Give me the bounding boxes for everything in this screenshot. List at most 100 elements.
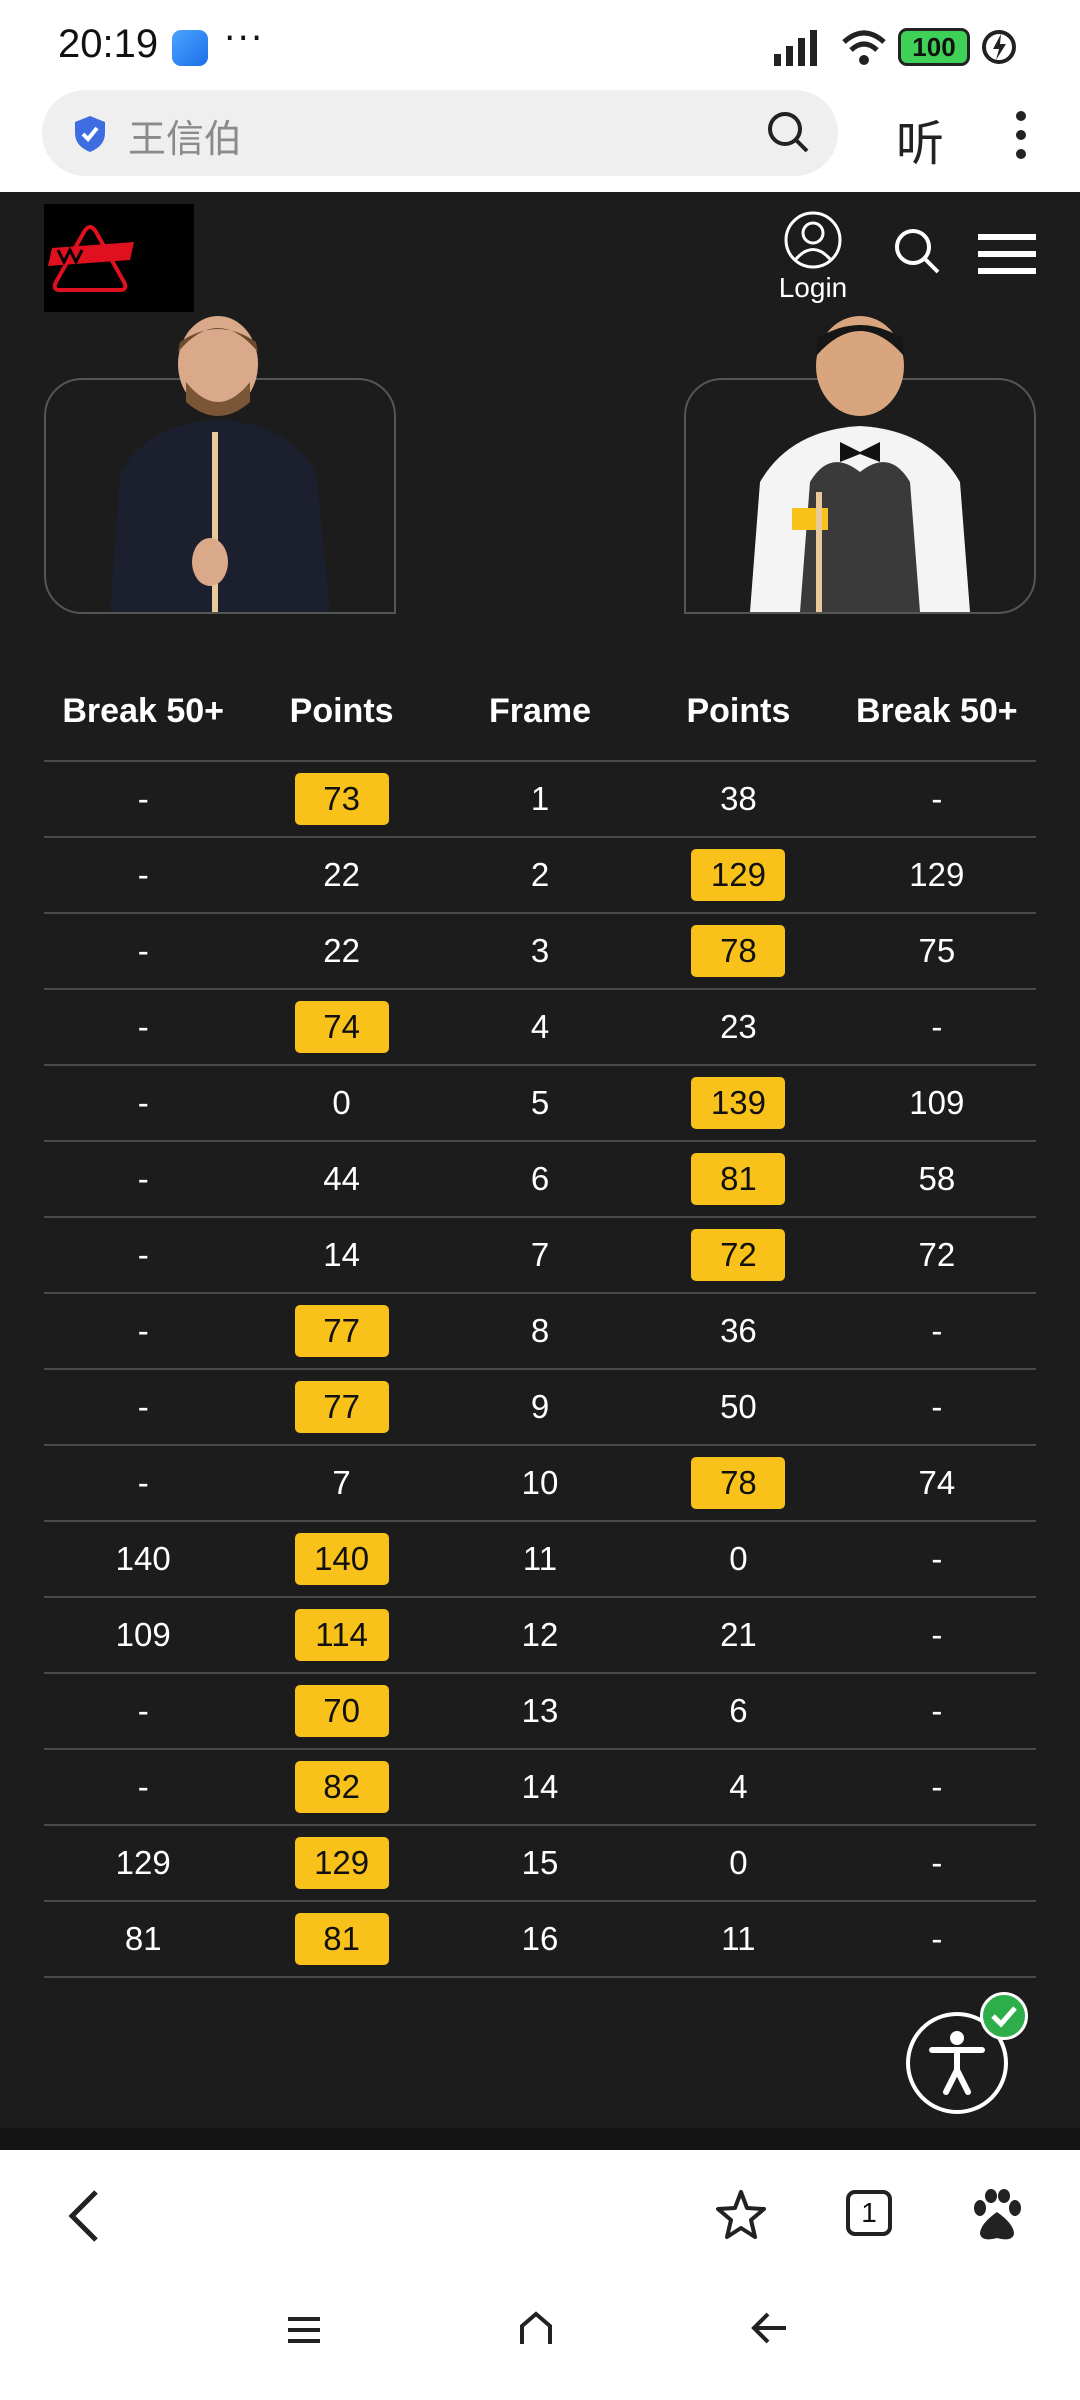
baidu-icon[interactable] — [970, 2188, 1024, 2244]
table-row: - 0 5 139 109 — [44, 1066, 1036, 1142]
right-points-cell: 78 — [639, 925, 837, 977]
left-break-cell-value: - — [137, 932, 149, 969]
winning-score: 73 — [294, 773, 389, 825]
left-points-cell: 77 — [242, 1305, 440, 1357]
right-break-cell: - — [838, 1616, 1036, 1654]
listen-button[interactable]: 听 — [896, 104, 944, 174]
right-break-cell-value: - — [931, 1540, 943, 1577]
winning-score: 81 — [691, 1153, 786, 1205]
frame-number-cell: 13 — [441, 1692, 639, 1730]
winning-score: 139 — [691, 1077, 786, 1129]
left-break-cell: 140 — [44, 1540, 242, 1578]
left-break-cell: - — [44, 856, 242, 894]
page-footer-strip — [0, 2128, 1080, 2150]
player-right-photo[interactable] — [684, 316, 1036, 614]
search-icon[interactable] — [766, 110, 810, 154]
status-time: 20:19 — [58, 22, 159, 66]
system-nav-bar — [0, 2270, 1080, 2400]
header-left-points: Points — [289, 691, 394, 730]
logo[interactable] — [44, 204, 194, 312]
right-points-cell-value: 50 — [720, 1388, 757, 1425]
right-break-cell: 58 — [838, 1160, 1036, 1198]
left-break-cell: - — [44, 1312, 242, 1350]
left-break-cell-value: 81 — [124, 1920, 162, 1957]
left-break-cell: 129 — [44, 1844, 242, 1882]
menu-icon[interactable] — [286, 2312, 322, 2348]
charging-icon — [982, 30, 1016, 64]
table-row: - 7 10 78 74 — [44, 1446, 1036, 1522]
frame-number-cell: 2 — [441, 856, 639, 894]
left-points-cell: 22 — [242, 932, 440, 970]
frame-number-cell: 12 — [441, 1616, 639, 1654]
right-points-cell-value: 4 — [729, 1768, 748, 1805]
right-break-cell-value: 58 — [918, 1160, 956, 1197]
login-button[interactable]: Login — [778, 210, 848, 304]
right-points-cell: 38 — [639, 780, 837, 818]
table-row: - 22 3 78 75 — [44, 914, 1036, 990]
right-points-cell-value: 6 — [729, 1692, 748, 1729]
back-icon[interactable] — [750, 2310, 790, 2346]
right-points-cell: 4 — [639, 1768, 837, 1806]
right-break-cell: - — [838, 1008, 1036, 1046]
menu-icon[interactable] — [978, 232, 1036, 276]
left-break-cell: - — [44, 780, 242, 818]
search-icon[interactable] — [892, 226, 942, 276]
left-break-cell: - — [44, 1008, 242, 1046]
right-points-cell-value: 11 — [721, 1920, 756, 1957]
winning-score: 72 — [691, 1229, 786, 1281]
address-bar[interactable]: 王信伯 — [42, 90, 838, 176]
frame-number-cell-value: 1 — [530, 780, 550, 817]
back-icon[interactable] — [64, 2188, 104, 2244]
frame-number-cell: 9 — [441, 1388, 639, 1426]
right-points-cell: 0 — [639, 1540, 837, 1578]
left-points-cell-value: 22 — [323, 856, 360, 893]
right-points-cell-value: 36 — [720, 1312, 757, 1349]
left-points-cell-value: 7 — [332, 1464, 351, 1501]
table-row: - 73 1 38 - — [44, 762, 1036, 838]
right-points-cell: 81 — [639, 1153, 837, 1205]
right-points-cell-value: 21 — [720, 1616, 757, 1653]
left-break-cell-value: 109 — [115, 1616, 171, 1653]
table-row: - 77 9 50 - — [44, 1370, 1036, 1446]
left-break-cell-value: - — [137, 1008, 149, 1045]
left-points-cell: 0 — [242, 1084, 440, 1122]
table-row: - 74 4 23 - — [44, 990, 1036, 1066]
login-label: Login — [778, 272, 848, 303]
left-break-cell-value: 129 — [115, 1844, 171, 1881]
player-right-image — [750, 316, 970, 612]
table-row: - 82 14 4 - — [44, 1750, 1036, 1826]
left-break-cell-value: - — [137, 1236, 149, 1273]
right-points-cell: 78 — [639, 1457, 837, 1509]
winning-score: 78 — [691, 1457, 786, 1509]
player-left-photo[interactable] — [44, 316, 396, 614]
winning-score: 140 — [294, 1533, 389, 1585]
right-break-cell: 74 — [838, 1464, 1036, 1502]
frame-number-cell-value: 4 — [530, 1008, 550, 1045]
winning-score: 129 — [691, 849, 786, 901]
right-break-cell-value: - — [931, 1616, 943, 1653]
more-icon[interactable] — [1008, 110, 1034, 160]
table-row: 129 129 15 0 - — [44, 1826, 1036, 1902]
home-icon[interactable] — [518, 2310, 554, 2346]
right-break-cell: - — [838, 780, 1036, 818]
frame-number-cell: 4 — [441, 1008, 639, 1046]
frame-number-cell-value: 6 — [530, 1160, 550, 1197]
battery-level: 100 — [912, 32, 956, 62]
user-icon — [784, 211, 842, 269]
table-row: - 70 13 6 - — [44, 1674, 1036, 1750]
table-header: Break 50+ Points Frame Points Break 50+ — [44, 662, 1036, 762]
left-points-cell: 140 — [242, 1533, 440, 1585]
right-points-cell: 21 — [639, 1616, 837, 1654]
star-icon[interactable] — [714, 2188, 768, 2242]
right-break-cell-value: 109 — [909, 1084, 965, 1121]
right-break-cell: 109 — [838, 1084, 1036, 1122]
right-break-cell-value: - — [931, 780, 943, 817]
frame-number-cell-value: 12 — [521, 1616, 559, 1653]
right-break-cell-value: - — [931, 1312, 943, 1349]
frame-number-cell-value: 16 — [521, 1920, 559, 1957]
right-break-cell-value: - — [931, 1920, 943, 1957]
right-break-cell: - — [838, 1920, 1036, 1958]
tabs-button[interactable]: 1 — [846, 2190, 892, 2236]
app-notification-icon — [172, 30, 208, 66]
right-break-cell: - — [838, 1692, 1036, 1730]
